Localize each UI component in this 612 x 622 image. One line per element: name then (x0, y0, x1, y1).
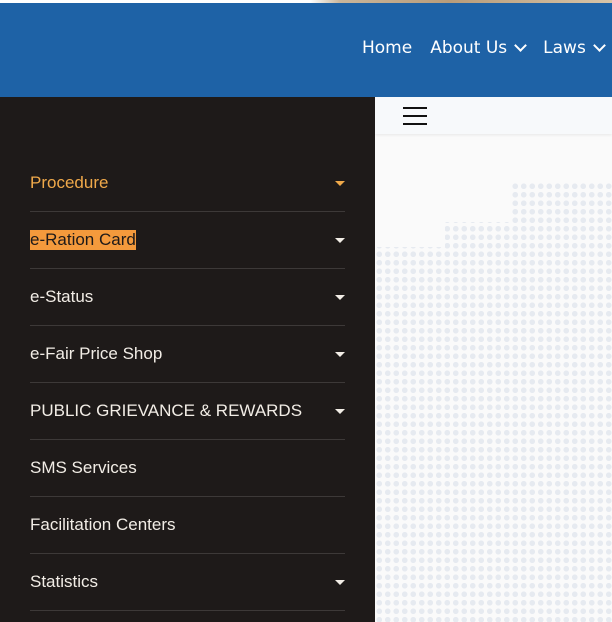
sidebar-item-e-status[interactable]: e-Status (30, 269, 345, 326)
hamburger-icon[interactable] (403, 107, 427, 125)
sidebar-item-e-fair-price-shop[interactable]: e-Fair Price Shop (30, 326, 345, 383)
main-nav: Home About Us Laws (362, 38, 612, 58)
sidebar-item-label: e-Fair Price Shop (30, 344, 163, 363)
caret-down-icon[interactable] (335, 579, 345, 585)
content-toolbar (375, 97, 612, 134)
sidebar-item-sms-services[interactable]: SMS Services (30, 440, 345, 497)
nav-laws[interactable]: Laws (543, 38, 606, 58)
nav-home-label: Home (362, 38, 413, 58)
sidebar-item-label: Procedure (30, 173, 109, 192)
nav-home[interactable]: Home (362, 38, 412, 58)
sidebar-item-label: e-Status (30, 287, 94, 306)
caret-down-icon[interactable] (335, 237, 345, 243)
site-header: Home About Us Laws (0, 3, 612, 97)
caret-down-icon[interactable] (335, 294, 345, 300)
sidebar-item-label: Statistics (30, 572, 99, 591)
caret-down-icon[interactable] (335, 180, 345, 186)
sidebar-item-label: PUBLIC GRIEVANCE & REWARDS (30, 401, 303, 420)
chevron-down-icon (514, 39, 528, 52)
caret-down-icon[interactable] (335, 351, 345, 357)
sidebar-item-facilitation-centers[interactable]: Facilitation Centers (30, 497, 345, 554)
sidebar-menu: Procedure e-Ration Card e-Status e-Fair … (30, 155, 345, 611)
sidebar-item-e-ration-card[interactable]: e-Ration Card (30, 212, 345, 269)
nav-about-us-label: About Us (430, 38, 508, 58)
sidebar-item-public-grievance[interactable]: PUBLIC GRIEVANCE & REWARDS (30, 383, 345, 440)
sidebar-item-label: Facilitation Centers (30, 515, 176, 534)
sidebar-item-label: e-Ration Card (30, 230, 136, 250)
sidebar-item-procedure[interactable]: Procedure (30, 155, 345, 212)
nav-laws-label: Laws (543, 38, 586, 58)
nav-about-us[interactable]: About Us (430, 38, 528, 58)
sidebar-item-label: SMS Services (30, 458, 137, 477)
dotted-map-background (375, 182, 612, 622)
caret-down-icon[interactable] (335, 408, 345, 414)
chevron-down-icon (592, 39, 606, 52)
main-content (375, 97, 612, 622)
sidebar-item-statistics[interactable]: Statistics (30, 554, 345, 611)
